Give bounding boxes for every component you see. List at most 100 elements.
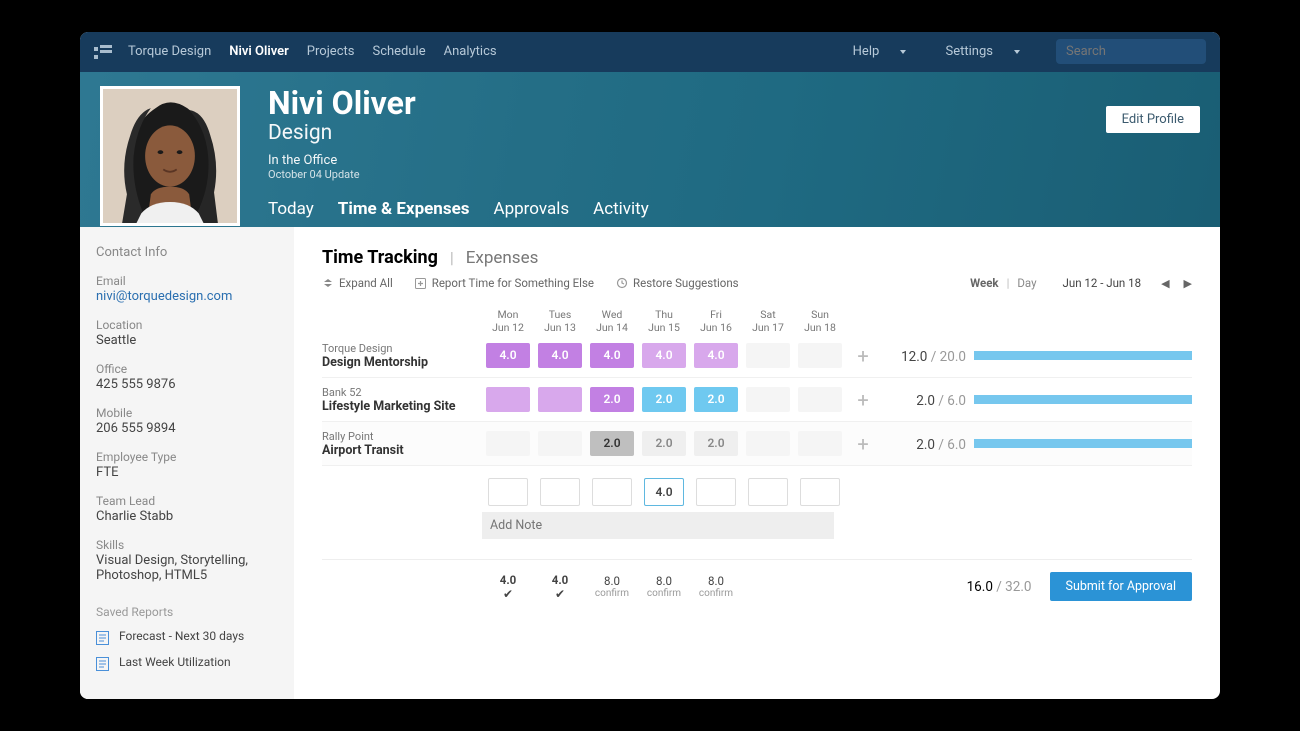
sidebar-field-label: Office (96, 362, 278, 376)
day-total[interactable]: 8.0confirm (638, 574, 690, 599)
expand-all-button[interactable]: Expand All (322, 276, 393, 290)
time-cell[interactable]: 4.0 (642, 343, 686, 368)
time-cell[interactable]: 4.0 (694, 343, 738, 368)
day-total[interactable]: 8.0confirm (586, 574, 638, 599)
saved-report-item[interactable]: Forecast - Next 30 days (96, 629, 278, 645)
sidebar-contact-heading: Contact Info (96, 245, 278, 260)
time-cell[interactable] (798, 387, 842, 412)
time-cell[interactable] (798, 343, 842, 368)
day-total[interactable]: 8.0confirm (690, 574, 742, 599)
action-row: Expand All Report Time for Something Els… (322, 276, 1192, 290)
restore-suggestions-button[interactable]: Restore Suggestions (616, 276, 739, 290)
saved-report-label: Last Week Utilization (119, 655, 231, 669)
time-cell[interactable] (746, 387, 790, 412)
time-cell[interactable]: 2.0 (694, 387, 738, 412)
time-cell[interactable]: 2.0 (590, 431, 634, 456)
time-cell[interactable] (538, 431, 582, 456)
week-total: 16.0 / 32.0 (967, 579, 1032, 595)
content-tabs: Time Tracking | Expenses (322, 247, 1192, 268)
time-cell[interactable]: 2.0 (642, 387, 686, 412)
search-input[interactable] (1056, 39, 1206, 64)
breadcrumb-item[interactable]: Schedule (372, 44, 425, 59)
app-logo-icon[interactable] (94, 45, 112, 59)
row-total: 12.0 / 20.0 (901, 349, 966, 365)
time-grid: MonJun 12TuesJun 13WedJun 14ThuJun 15Fri… (322, 308, 1192, 601)
restore-icon (616, 277, 628, 289)
next-week-button[interactable]: ▶ (1184, 277, 1192, 290)
hours-input[interactable] (592, 478, 632, 506)
profile-tab[interactable]: Activity (593, 199, 649, 227)
progress-bar (974, 351, 1192, 360)
saved-report-label: Forecast - Next 30 days (119, 629, 244, 643)
day-header: SunJun 18 (794, 308, 846, 334)
settings-menu[interactable]: Settings (946, 44, 1038, 59)
grid-footer: 4.0✔4.0✔8.0confirm8.0confirm8.0confirm16… (322, 559, 1192, 601)
hours-input[interactable] (644, 478, 684, 506)
help-menu[interactable]: Help (853, 44, 925, 59)
progress-bar (974, 395, 1192, 404)
day-header: WedJun 14 (586, 308, 638, 334)
day-total: 4.0✔ (482, 573, 534, 601)
report-time-button[interactable]: Report Time for Something Else (415, 276, 594, 290)
project-name: Lifestyle Marketing Site (322, 399, 482, 414)
tab-expenses[interactable]: Expenses (466, 248, 539, 268)
time-cell[interactable] (746, 343, 790, 368)
avatar (100, 86, 240, 226)
time-cell[interactable]: 2.0 (694, 431, 738, 456)
time-row: Rally PointAirport Transit2.02.02.0+2.0 … (322, 422, 1192, 466)
add-time-button[interactable]: + (857, 388, 868, 412)
tab-time-tracking[interactable]: Time Tracking (322, 247, 438, 268)
time-cell[interactable] (798, 431, 842, 456)
saved-report-item[interactable]: Last Week Utilization (96, 655, 278, 671)
submit-approval-button[interactable]: Submit for Approval (1050, 572, 1192, 601)
plus-square-icon (415, 277, 427, 289)
client-name: Rally Point (322, 430, 482, 443)
hours-input[interactable] (800, 478, 840, 506)
main: Contact Info Emailnivi@torquedesign.com L… (80, 227, 1220, 699)
time-cell[interactable] (486, 387, 530, 412)
breadcrumb-item[interactable]: Projects (307, 44, 355, 59)
breadcrumb-item[interactable]: Nivi Oliver (229, 44, 289, 59)
week-day-toggle[interactable]: Week|Day (970, 276, 1036, 290)
hours-input[interactable] (540, 478, 580, 506)
note-input[interactable] (482, 512, 834, 539)
time-cell[interactable]: 2.0 (642, 431, 686, 456)
add-time-button[interactable]: + (857, 344, 868, 368)
breadcrumb-item[interactable]: Torque Design (128, 44, 211, 59)
hours-input[interactable] (488, 478, 528, 506)
report-icon (96, 631, 109, 645)
sidebar-field-value[interactable]: nivi@torquedesign.com (96, 289, 278, 304)
project-name: Airport Transit (322, 443, 482, 458)
sidebar-field-value: Visual Design, Storytelling, Photoshop, … (96, 553, 278, 583)
day-header: FriJun 16 (690, 308, 742, 334)
time-cell[interactable]: 2.0 (590, 387, 634, 412)
row-total: 2.0 / 6.0 (916, 393, 966, 409)
time-cell[interactable] (538, 387, 582, 412)
time-cell[interactable]: 4.0 (486, 343, 530, 368)
profile-tab[interactable]: Time & Expenses (338, 199, 470, 227)
client-name: Torque Design (322, 342, 482, 355)
day-total: 4.0✔ (534, 573, 586, 601)
date-range: Jun 12 - Jun 18 (1063, 276, 1142, 290)
time-row: Bank 52Lifestyle Marketing Site2.02.02.0… (322, 378, 1192, 422)
breadcrumb-item[interactable]: Analytics (444, 44, 497, 59)
sidebar-field-value: Charlie Stabb (96, 509, 278, 524)
prev-week-button[interactable]: ◀ (1161, 277, 1169, 290)
sidebar: Contact Info Emailnivi@torquedesign.com L… (80, 227, 294, 699)
time-cell[interactable]: 4.0 (538, 343, 582, 368)
sidebar-field-label: Email (96, 274, 278, 288)
profile-tab[interactable]: Approvals (493, 199, 569, 227)
profile-hero: Edit Profile Nivi Oliver Design In the O… (80, 72, 1220, 227)
sidebar-field-label: Team Lead (96, 494, 278, 508)
sidebar-field-value: 425 555 9876 (96, 377, 278, 392)
time-cell[interactable] (486, 431, 530, 456)
time-cell[interactable]: 4.0 (590, 343, 634, 368)
expand-icon (322, 277, 334, 289)
add-time-button[interactable]: + (857, 432, 868, 456)
time-cell[interactable] (746, 431, 790, 456)
hours-input[interactable] (696, 478, 736, 506)
sidebar-field-label: Mobile (96, 406, 278, 420)
hours-input[interactable] (748, 478, 788, 506)
profile-department: Design (268, 121, 1200, 145)
profile-tab[interactable]: Today (268, 199, 314, 227)
